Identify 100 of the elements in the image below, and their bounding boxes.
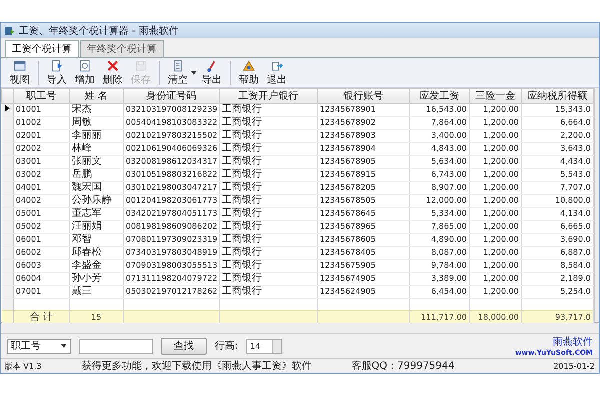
table-cell: 1,200.00	[470, 130, 522, 142]
column-header[interactable]: 应发工资	[410, 88, 470, 104]
table-cell: 12345678605	[318, 234, 410, 246]
tab[interactable]: 工资个税计算	[5, 40, 79, 57]
table-cell: 073403197803048919	[124, 246, 220, 260]
table-cell: 15,343.0	[522, 104, 594, 116]
table-cell: 02001	[14, 130, 70, 142]
table-cell: 工商银行	[220, 142, 318, 156]
table-cell: 8,907.00	[410, 182, 470, 194]
table-cell: 1,200.00	[470, 116, 522, 130]
table-cell: 030102198003047217	[124, 182, 220, 194]
column-header[interactable]: 三险一金	[470, 88, 522, 104]
table-cell: 12345674905	[318, 272, 410, 286]
column-header[interactable]: 职工号	[14, 88, 70, 104]
toolbar-button[interactable]: 删除	[100, 58, 126, 86]
table-cell: 2,189.0	[522, 272, 594, 286]
table-cell: 戴三	[70, 286, 124, 298]
table-cell: 5,254.0	[522, 286, 594, 298]
table-cell: 070801197309023319	[124, 234, 220, 246]
toolbar-button[interactable]: 帮助	[236, 58, 262, 86]
table-cell: 6,887.0	[522, 246, 594, 260]
table-cell: 03002	[14, 168, 70, 182]
support-qq: 客服QQ：799975944	[352, 360, 455, 373]
table-cell: 6,454.00	[410, 286, 470, 298]
table-cell: 16,543.00	[410, 104, 470, 116]
table-cell: 张丽文	[70, 156, 124, 168]
row-header[interactable]	[2, 104, 14, 116]
window-title: 工资、年终奖个税计算器 - 雨燕软件	[19, 24, 179, 38]
column-header[interactable]: 身份证号码	[124, 88, 220, 104]
table-cell: 7,707.0	[522, 182, 594, 194]
table-cell: 030105198803216822	[124, 168, 220, 182]
toolbar-button[interactable]: 视图	[7, 58, 33, 86]
search-button[interactable]: 查找	[161, 338, 207, 354]
table-cell: 12345624905	[318, 286, 410, 298]
app-icon	[5, 26, 15, 36]
table-cell: 032103197008129239	[124, 104, 220, 116]
table-cell: 4,843.00	[410, 142, 470, 156]
column-header[interactable]: 银行账号	[318, 88, 410, 104]
table-cell: 1,200.00	[470, 208, 522, 220]
column-header[interactable]: 工资开户银行	[220, 88, 318, 104]
vertical-scrollbar[interactable]	[594, 88, 599, 322]
table-cell: 8,584.0	[522, 260, 594, 272]
table-cell: 李盛金	[70, 260, 124, 272]
table-cell: 1,200.00	[470, 142, 522, 156]
caret-icon[interactable]	[61, 344, 67, 348]
table-cell: 12345678205	[318, 182, 410, 194]
window-icon	[13, 58, 27, 72]
table-cell: 6,743.00	[410, 168, 470, 182]
toolbar-button[interactable]: 导出	[199, 58, 225, 86]
table-cell: 工商银行	[220, 130, 318, 142]
table-cell: 001204198203061773	[124, 194, 220, 208]
table-cell: 02002	[14, 142, 70, 156]
table-cell: 2,200.0	[522, 130, 594, 142]
caret-icon[interactable]	[191, 70, 197, 74]
horizontal-scrollbar[interactable]	[1, 323, 599, 334]
table-cell: 工商银行	[220, 182, 318, 194]
table-cell: 汪丽娟	[70, 220, 124, 234]
total-cell: 93,717.0	[555, 313, 591, 322]
toolbar-button[interactable]: 退出	[264, 58, 290, 86]
table-cell: 1,200.00	[470, 168, 522, 182]
table-cell: 工商银行	[220, 156, 318, 168]
document-arrow-icon	[50, 58, 64, 72]
table-cell: 工商银行	[220, 194, 318, 208]
table-cell: 工商银行	[220, 286, 318, 298]
tab[interactable]: 年终奖个税计算	[80, 40, 164, 57]
column-header[interactable]: 应纳税所得额	[522, 88, 594, 104]
table-cell: 3,389.00	[410, 272, 470, 286]
table-cell: 005404198103083322	[124, 116, 220, 130]
table-cell: 1,200.00	[470, 272, 522, 286]
search-field[interactable]	[79, 338, 153, 354]
row-height-spinner[interactable]: 14	[246, 338, 282, 354]
version-text: 版本 V1.3	[5, 360, 42, 372]
total-cell: 合 计	[30, 312, 54, 323]
table-cell: 1,200.00	[470, 194, 522, 208]
field-dropdown[interactable]: 职工号	[7, 338, 71, 354]
table-cell: 06004	[14, 272, 70, 286]
table-cell: 5,634.00	[410, 156, 470, 168]
floppy-icon	[134, 58, 148, 72]
table-cell: 1,200.00	[470, 182, 522, 194]
table-cell: 1,200.00	[470, 220, 522, 234]
toolbar-button[interactable]: 导入	[44, 58, 70, 86]
column-header[interactable]: 姓 名	[70, 88, 124, 104]
toolbar-button[interactable]: 清空	[165, 58, 191, 86]
table-cell: 12345678901	[318, 104, 410, 116]
triangle-icon	[242, 58, 256, 72]
table-cell: 岳鹏	[70, 168, 124, 182]
table-cell: 07001	[14, 286, 70, 298]
table-cell: 3,690.0	[522, 234, 594, 246]
table-cell: 008198198609086202	[124, 220, 220, 234]
table-cell: 邓智	[70, 234, 124, 246]
status-date: 2015-01-2	[554, 362, 595, 370]
table-cell: 工商银行	[220, 208, 318, 220]
table-cell: 4,134.0	[522, 208, 594, 220]
table-cell: 5,334.00	[410, 208, 470, 220]
table-cell: 6,665.0	[522, 220, 594, 234]
total-cell: 15	[91, 313, 102, 322]
table-cell: 5,543.0	[522, 168, 594, 182]
toolbar-button[interactable]: 增加	[72, 58, 98, 86]
table-cell: 周敏	[70, 116, 124, 130]
table-cell: 06003	[14, 260, 70, 272]
